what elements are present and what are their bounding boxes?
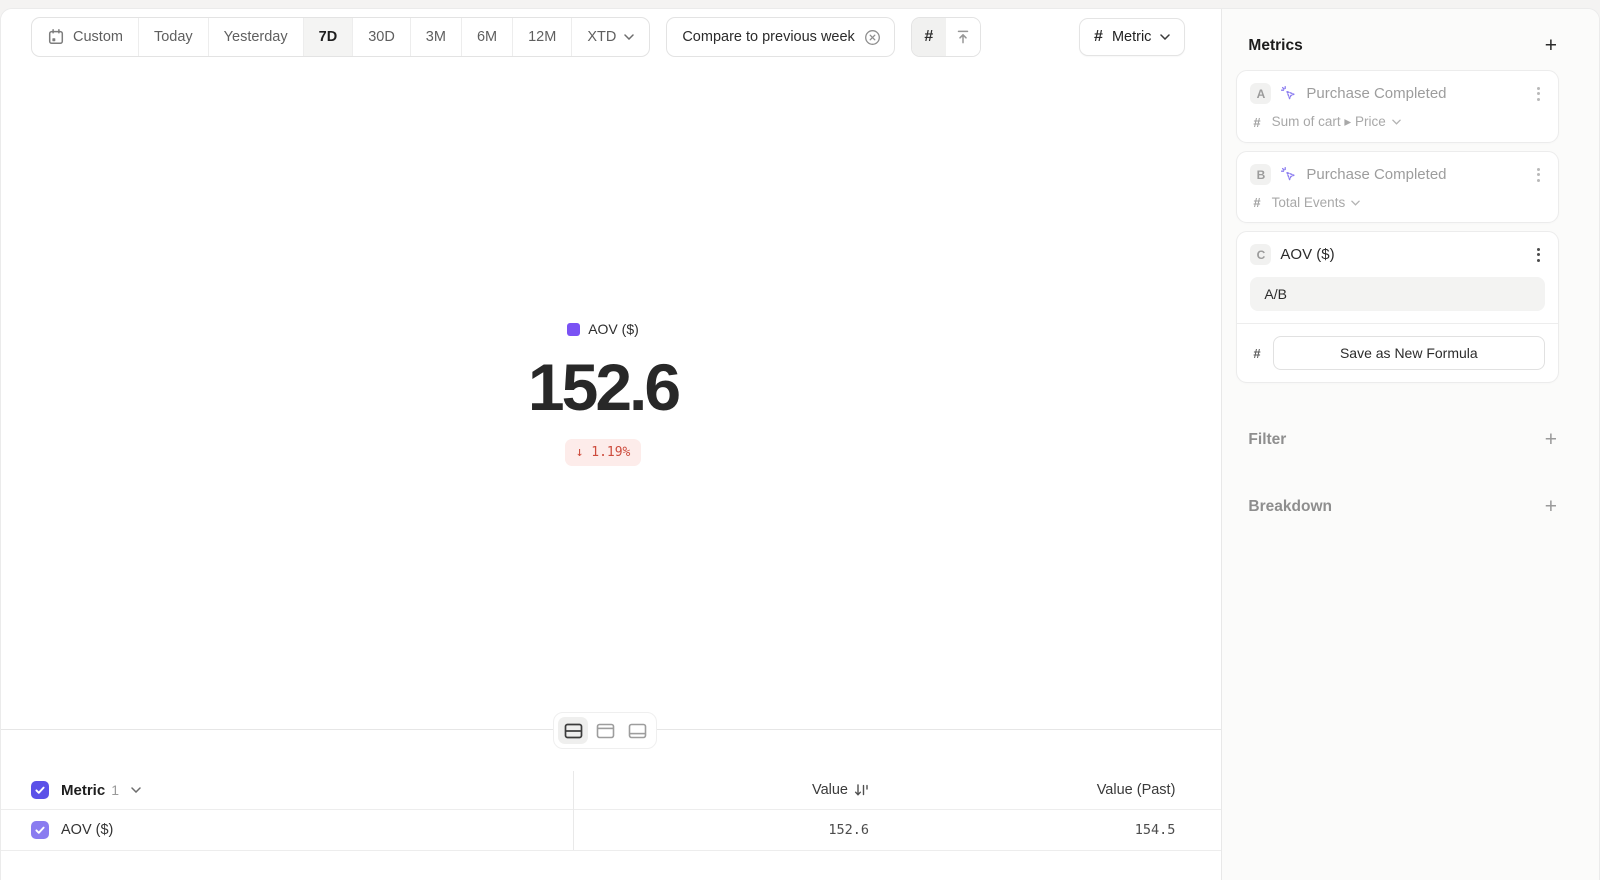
event-click-icon (1280, 166, 1297, 183)
aggregation-dropdown[interactable]: Sum of cart ▸ Price (1272, 114, 1401, 130)
value-past-column-header: Value (Past) (1097, 782, 1176, 798)
date-preset-xtd[interactable]: XTD (571, 18, 649, 56)
hash-icon: # (1253, 115, 1260, 130)
date-preset-custom[interactable]: Custom (32, 18, 138, 56)
select-all-checkbox[interactable] (31, 781, 49, 799)
metrics-section-header: Metrics + (1236, 9, 1559, 70)
column-divider (573, 771, 574, 850)
formula-menu-button[interactable] (1532, 245, 1545, 265)
metric-menu-button[interactable] (1532, 165, 1545, 185)
metric-badge: A (1250, 83, 1271, 104)
metric-card-b: B Purchase Completed # Total Events (1236, 151, 1559, 223)
date-preset-7d[interactable]: 7D (303, 18, 353, 56)
main-panel: Custom Today Yesterday 7D 30D 3M 6M 12M … (1, 9, 1221, 880)
filter-title: Filter (1248, 431, 1286, 449)
formula-card-c: C AOV ($) A/B # Save as New Formula (1236, 231, 1559, 383)
series-legend: AOV ($) (567, 321, 639, 337)
date-preset-30d[interactable]: 30D (352, 18, 410, 56)
date-preset-12m[interactable]: 12M (512, 18, 571, 56)
row-metric-name: AOV ($) (61, 822, 113, 838)
formula-name[interactable]: AOV ($) (1280, 246, 1334, 263)
metric-dropdown-label: Metric (1112, 29, 1151, 45)
table-header-row: Metric 1 Value Valu (1, 771, 1221, 810)
report-card: Custom Today Yesterday 7D 30D 3M 6M 12M … (0, 8, 1600, 880)
date-preset-6m[interactable]: 6M (461, 18, 512, 56)
date-preset-today[interactable]: Today (138, 18, 208, 56)
breakdown-title: Breakdown (1248, 498, 1332, 516)
row-value-past: 154.5 (1135, 822, 1176, 838)
split-layout-toggle[interactable] (558, 717, 588, 744)
big-number-view: AOV ($) 152.6 ↓ 1.19% (1, 321, 1205, 466)
hash-icon: # (924, 28, 933, 46)
event-click-icon (1280, 85, 1297, 102)
metric-header-dropdown[interactable] (131, 787, 141, 793)
delta-badge: ↓ 1.19% (565, 439, 642, 466)
formula-input[interactable]: A/B (1250, 277, 1545, 311)
chevron-down-icon (624, 34, 634, 40)
metric-dropdown-button[interactable]: # Metric (1079, 18, 1185, 56)
breakdown-section-header: Breakdown + (1236, 496, 1559, 517)
row-value: 152.6 (828, 822, 869, 838)
arrow-up-to-line-icon (955, 29, 971, 45)
insights-report: Custom Today Yesterday 7D 30D 3M 6M 12M … (0, 0, 1600, 880)
metric-event-name[interactable]: Purchase Completed (1306, 85, 1446, 102)
date-range-group: Custom Today Yesterday 7D 30D 3M 6M 12M … (31, 17, 650, 57)
legend-label: AOV ($) (588, 321, 639, 337)
metrics-title: Metrics (1248, 37, 1302, 55)
sort-descending-icon (854, 783, 869, 797)
card-divider (1237, 323, 1558, 324)
chevron-down-icon (1160, 34, 1170, 40)
date-preset-yesterday[interactable]: Yesterday (208, 18, 303, 56)
results-table: Metric 1 Value Valu (1, 771, 1221, 880)
value-column-header[interactable]: Value (573, 782, 869, 798)
metric-menu-button[interactable] (1532, 84, 1545, 104)
add-metric-button[interactable]: + (1545, 35, 1557, 56)
number-view-toggle[interactable]: # (912, 18, 946, 56)
visualization-toggle-group: # (911, 17, 981, 57)
add-breakdown-button[interactable]: + (1545, 496, 1557, 517)
compare-chip-label: Compare to previous week (682, 29, 854, 45)
hash-icon: # (1094, 28, 1103, 46)
compare-chip[interactable]: Compare to previous week (666, 17, 894, 57)
goal-view-toggle[interactable] (946, 18, 980, 56)
add-filter-button[interactable]: + (1545, 429, 1557, 450)
table-row: AOV ($) 152.6 154.5 (1, 810, 1221, 851)
table-only-layout-toggle[interactable] (622, 717, 652, 744)
query-builder-sidebar: Metrics + A Purchase Completed (1221, 9, 1599, 880)
legend-swatch (567, 323, 580, 336)
aggregation-dropdown[interactable]: Total Events (1272, 195, 1361, 210)
metric-badge: C (1250, 244, 1271, 265)
calendar-icon (47, 28, 65, 46)
chart-only-layout-toggle[interactable] (590, 717, 620, 744)
metric-badge: B (1250, 164, 1271, 185)
metric-event-name[interactable]: Purchase Completed (1306, 166, 1446, 183)
dismiss-compare-icon[interactable] (864, 29, 881, 46)
metric-column-index: 1 (111, 782, 119, 798)
date-preset-3m[interactable]: 3M (410, 18, 461, 56)
metric-value: 152.6 (1, 351, 1205, 424)
metric-column-header: Metric (61, 782, 105, 799)
layout-toggle-group (553, 712, 657, 749)
filter-section-header: Filter + (1236, 429, 1559, 450)
hash-icon: # (1253, 195, 1260, 210)
metric-card-a: A Purchase Completed # Sum of cart ▸ Pri… (1236, 70, 1559, 143)
hash-icon: # (1253, 346, 1260, 361)
save-as-new-formula-button[interactable]: Save as New Formula (1273, 336, 1545, 370)
row-checkbox[interactable] (31, 821, 49, 839)
date-preset-label: Custom (73, 29, 123, 45)
toolbar: Custom Today Yesterday 7D 30D 3M 6M 12M … (1, 16, 1221, 58)
